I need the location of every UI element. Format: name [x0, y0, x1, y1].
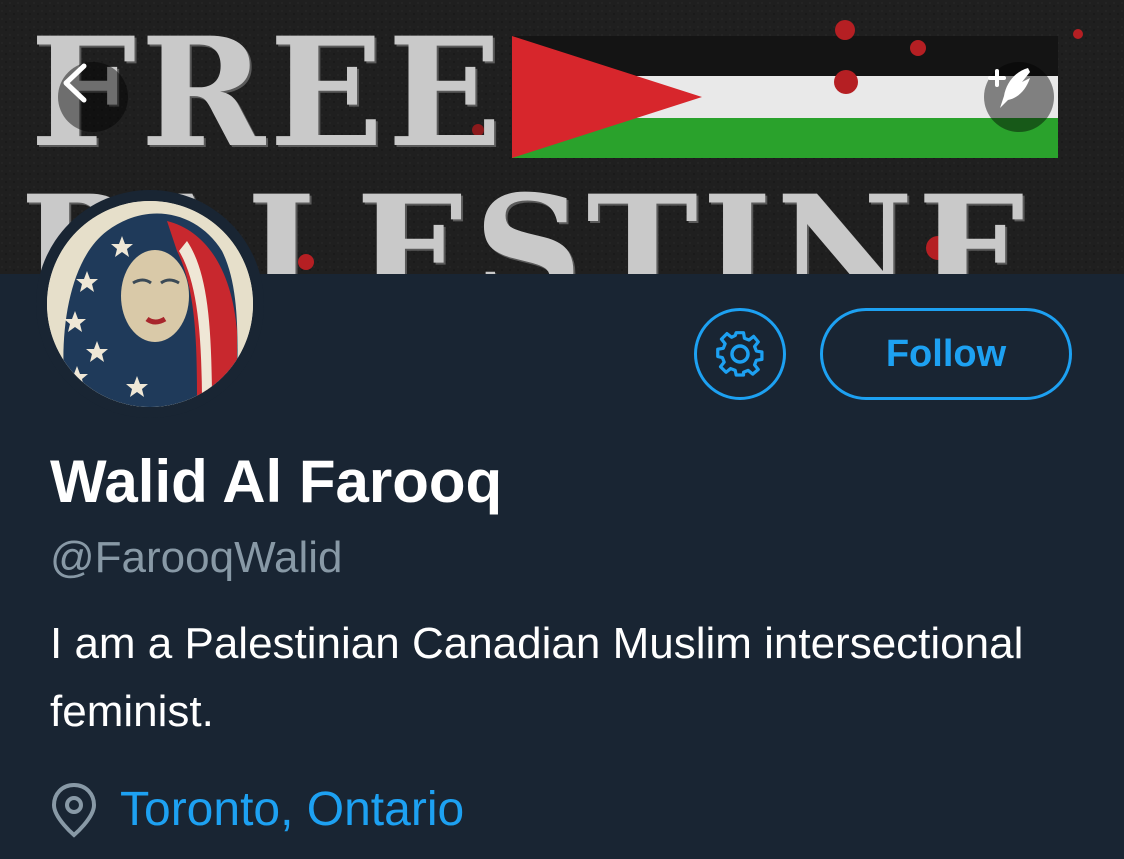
- avatar-illustration: [47, 201, 253, 407]
- profile-bio: I am a Palestinian Canadian Muslim inter…: [50, 619, 1024, 736]
- location-link[interactable]: Toronto, Ontario: [120, 778, 464, 842]
- location-pin-icon: [51, 782, 97, 838]
- profile-display-name: Walid Al Farooq: [50, 448, 503, 515]
- avatar-image: [47, 201, 253, 407]
- palestine-flag: [512, 36, 1058, 158]
- follow-button[interactable]: Follow: [820, 308, 1072, 400]
- back-button[interactable]: [58, 62, 128, 132]
- compose-quill-icon: [988, 68, 1030, 108]
- profile-location: Toronto, Ontario: [50, 778, 464, 842]
- gear-icon: [716, 331, 764, 377]
- chevron-left-icon: [63, 63, 87, 103]
- profile-avatar[interactable]: [36, 190, 264, 418]
- profile-handle: @FarooqWalid: [50, 533, 343, 582]
- settings-button[interactable]: [694, 308, 786, 400]
- compose-tweet-button[interactable]: [984, 62, 1054, 132]
